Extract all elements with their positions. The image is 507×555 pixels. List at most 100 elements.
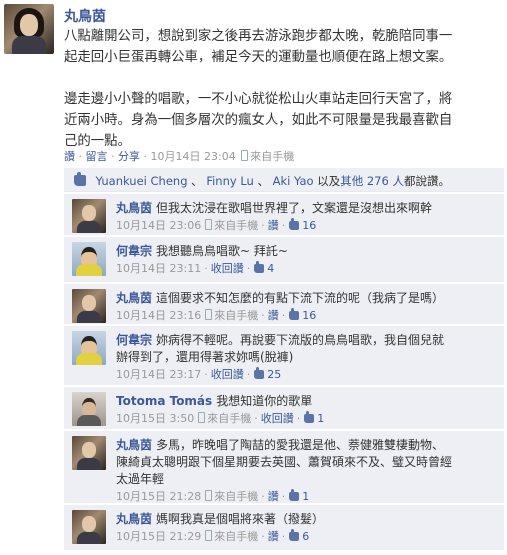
- like-count-icon: [254, 367, 265, 379]
- mobile-icon: [205, 490, 213, 501]
- comment-text: 妳病得不輕呢。再說要下流版的鳥鳥唱歌，我自個兒就: [156, 333, 445, 347]
- comment-timestamp[interactable]: 10月15日 21:29: [116, 530, 201, 543]
- like-comment-link[interactable]: 讚: [268, 490, 279, 503]
- mobile-icon: [198, 412, 206, 423]
- liker-name[interactable]: Yuankuei Cheng: [96, 174, 188, 188]
- via-mobile: 來自手機: [214, 309, 259, 322]
- commenter-name[interactable]: 何韋宗: [116, 244, 152, 258]
- like-count-icon: [289, 308, 300, 320]
- commenter-avatar[interactable]: [72, 331, 106, 365]
- like-thumb-icon: [74, 172, 86, 186]
- comment-text: 多馬，昨晚唱了陶喆的愛我還是他、萘健雅雙棲動物、: [156, 438, 445, 452]
- commenter-name[interactable]: 何韋宗: [116, 333, 152, 347]
- post-paragraph: 八點離開公司，想說到家之後再去游泳跑步都太晚，乾脆陪同事一 起走回小巨蛋再轉公車…: [64, 29, 453, 65]
- comment-timestamp[interactable]: 10月14日 23:16: [116, 309, 201, 322]
- liker-name[interactable]: Aki Yao: [273, 174, 314, 188]
- comment: Totoma Tomás 我想知道你的歌單 10月15日 3:50 來自手機 · 收回讚 ·…: [64, 387, 504, 430]
- commenter-avatar[interactable]: [72, 242, 106, 276]
- commenter-name[interactable]: 丸鳥茵: [116, 201, 152, 215]
- commenter-avatar[interactable]: [72, 392, 106, 426]
- commenter-avatar[interactable]: [72, 199, 106, 233]
- commenter-avatar[interactable]: [72, 289, 106, 323]
- comment-content: 丸鳥茵 媽啊我真是個唱將來著（撥髮） 10月15日 21:29 來自手機 · 讚 · 6: [116, 511, 500, 545]
- comment-meta: 10月15日 21:29 來自手機 · 讚 · 6: [116, 529, 310, 543]
- like-comment-link[interactable]: 讚: [268, 219, 279, 232]
- comment: 丸鳥茵 多馬，昨晚唱了陶喆的愛我還是他、萘健雅雙棲動物、陳綺貞太聰明跟下個星期要去…: [64, 431, 504, 504]
- share-link[interactable]: 分享: [118, 150, 140, 163]
- commenter-name[interactable]: 丸鳥茵: [116, 438, 152, 452]
- comment-text: 太過年輕: [116, 472, 165, 486]
- comment: 丸鳥茵 媽啊我真是個唱將來著（撥髮） 10月15日 21:29 來自手機 · 讚 · 6: [64, 505, 504, 551]
- comment-timestamp[interactable]: 10月15日 21:28: [116, 490, 201, 503]
- via-mobile: 來自手機: [214, 530, 259, 543]
- post-meta: 讚 · 留言 · 分享 · 10月14日 23:04 來自手機: [64, 150, 295, 163]
- comment-content: 丸鳥茵 多馬，昨晚唱了陶喆的愛我還是他、萘健雅雙棲動物、陳綺貞太聰明跟下個星期要去…: [116, 437, 500, 505]
- like-count-icon: [289, 218, 300, 230]
- comment-content: 何韋宗 我想聽鳥鳥唱歌~ 拜託~ 10月14日 23:11 · 收回讚 · 4: [116, 243, 500, 277]
- comment-text: 這個要求不知怎麼的有點下流下流的呢（我病了是嗎）: [156, 291, 445, 305]
- like-comment-link[interactable]: 讚: [268, 530, 279, 543]
- comment-meta: 10月14日 23:16 來自手機 · 讚 · 16: [116, 308, 317, 322]
- comment-content: 丸鳥茵 這個要求不知怎麼的有點下流下流的呢（我病了是嗎） 10月14日 23:16 來…: [116, 290, 500, 324]
- comment-text: 陳綺貞太聰明跟下個星期要去英國、蕭賀碩來不及、璧又時曾經: [116, 455, 453, 469]
- commenter-name[interactable]: 丸鳥茵: [116, 291, 152, 305]
- comment-meta: 10月15日 3:50 來自手機 · 收回讚 · 1: [116, 411, 325, 425]
- post-paragraph: 邊走邊小小聲的唱歌，一不小心就從松山火車站走回行天宮了，將 近兩小時。身為一個多…: [64, 92, 453, 149]
- comment-text: 媽啊我真是個唱將來著（撥髮）: [156, 512, 325, 526]
- feed-post: 丸鳥茵 八點離開公司，想說到家之後再去游泳跑步都太晚，乾脆陪同事一 起走回小巨蛋…: [0, 0, 507, 555]
- comment-timestamp[interactable]: 10月14日 23:11: [116, 262, 201, 275]
- unlike-comment-link[interactable]: 收回讚: [211, 368, 244, 381]
- comment-like-count[interactable]: 4: [267, 262, 274, 275]
- comment: 何韋宗 妳病得不輕呢。再說要下流版的鳥鳥唱歌，我自個兒就辦得到了，還用得著求妳嗎(…: [64, 326, 504, 386]
- comment-meta: 10月15日 21:28 來自手機 · 讚 · 1: [116, 489, 310, 503]
- via-mobile: 來自手機: [207, 412, 252, 425]
- commenter-name[interactable]: Totoma Tomás: [116, 394, 212, 408]
- comment-like-count[interactable]: 25: [267, 368, 281, 381]
- comment-like-count[interactable]: 16: [302, 309, 316, 322]
- via-mobile: 來自手機: [214, 219, 259, 232]
- like-count-icon: [304, 411, 315, 423]
- commenter-name[interactable]: 丸鳥茵: [116, 512, 152, 526]
- mobile-icon: [205, 530, 213, 541]
- comment-like-count[interactable]: 16: [302, 219, 316, 232]
- unlike-comment-link[interactable]: 收回讚: [211, 262, 244, 275]
- comment: 丸鳥茵 但我太沈浸在歌唱世界裡了，文案還是沒想出來啊幹 10月14日 23:06 來自…: [64, 194, 504, 236]
- like-link[interactable]: 讚: [64, 150, 75, 163]
- via-mobile: 來自手機: [250, 150, 295, 163]
- like-count-icon: [289, 529, 300, 541]
- post-timestamp[interactable]: 10月14日 23:04: [151, 150, 236, 163]
- mobile-icon: [241, 150, 249, 161]
- comment-like-count[interactable]: 6: [302, 530, 309, 543]
- comment-meta: 10月14日 23:06 來自手機 · 讚 · 16: [116, 218, 317, 232]
- comment-content: 丸鳥茵 但我太沈浸在歌唱世界裡了，文案還是沒想出來啊幹 10月14日 23:06 來自…: [116, 200, 500, 234]
- commenter-avatar[interactable]: [72, 510, 106, 544]
- author-avatar[interactable]: [4, 4, 54, 54]
- comment-like-count[interactable]: 1: [302, 490, 309, 503]
- via-mobile: 來自手機: [214, 490, 259, 503]
- like-count-icon: [289, 489, 300, 501]
- commenter-avatar[interactable]: [72, 436, 106, 470]
- comment-content: 何韋宗 妳病得不輕呢。再說要下流版的鳥鳥唱歌，我自個兒就辦得到了，還用得著求妳嗎(…: [116, 332, 500, 383]
- comment: 何韋宗 我想聽鳥鳥唱歌~ 拜託~ 10月14日 23:11 · 收回讚 · 4: [64, 237, 504, 283]
- comment-text: 我想知道你的歌單: [216, 394, 313, 408]
- comment-content: Totoma Tomás 我想知道你的歌單 10月15日 3:50 來自手機 · 收回讚 ·…: [116, 393, 500, 427]
- comment-like-count[interactable]: 1: [317, 412, 324, 425]
- like-comment-link[interactable]: 讚: [268, 309, 279, 322]
- mobile-icon: [205, 219, 213, 230]
- liker-name[interactable]: Finny Lu: [206, 174, 254, 188]
- comment: 丸鳥茵 這個要求不知怎麼的有點下流下流的呢（我病了是嗎） 10月14日 23:16 來…: [64, 284, 504, 325]
- comment-meta: 10月14日 23:17 · 收回讚 · 25: [116, 367, 282, 381]
- comment-timestamp[interactable]: 10月15日 3:50: [116, 412, 194, 425]
- author-name[interactable]: 丸鳥茵: [64, 6, 106, 26]
- comment-link[interactable]: 留言: [86, 150, 108, 163]
- comment-timestamp[interactable]: 10月14日 23:17: [116, 368, 201, 381]
- other-likers-link[interactable]: 其他 276 人: [340, 174, 404, 188]
- comment-timestamp[interactable]: 10月14日 23:06: [116, 219, 201, 232]
- comment-text: 但我太沈浸在歌唱世界裡了，文案還是沒想出來啊幹: [156, 201, 433, 215]
- mobile-icon: [205, 309, 213, 320]
- unlike-comment-link[interactable]: 收回讚: [261, 412, 294, 425]
- like-count-icon: [254, 261, 265, 273]
- comment-text: 辦得到了，還用得著求妳嗎(脫褲): [116, 350, 294, 364]
- comment-text: 我想聽鳥鳥唱歌~ 拜託~: [156, 244, 288, 258]
- comment-meta: 10月14日 23:11 · 收回讚 · 4: [116, 261, 275, 275]
